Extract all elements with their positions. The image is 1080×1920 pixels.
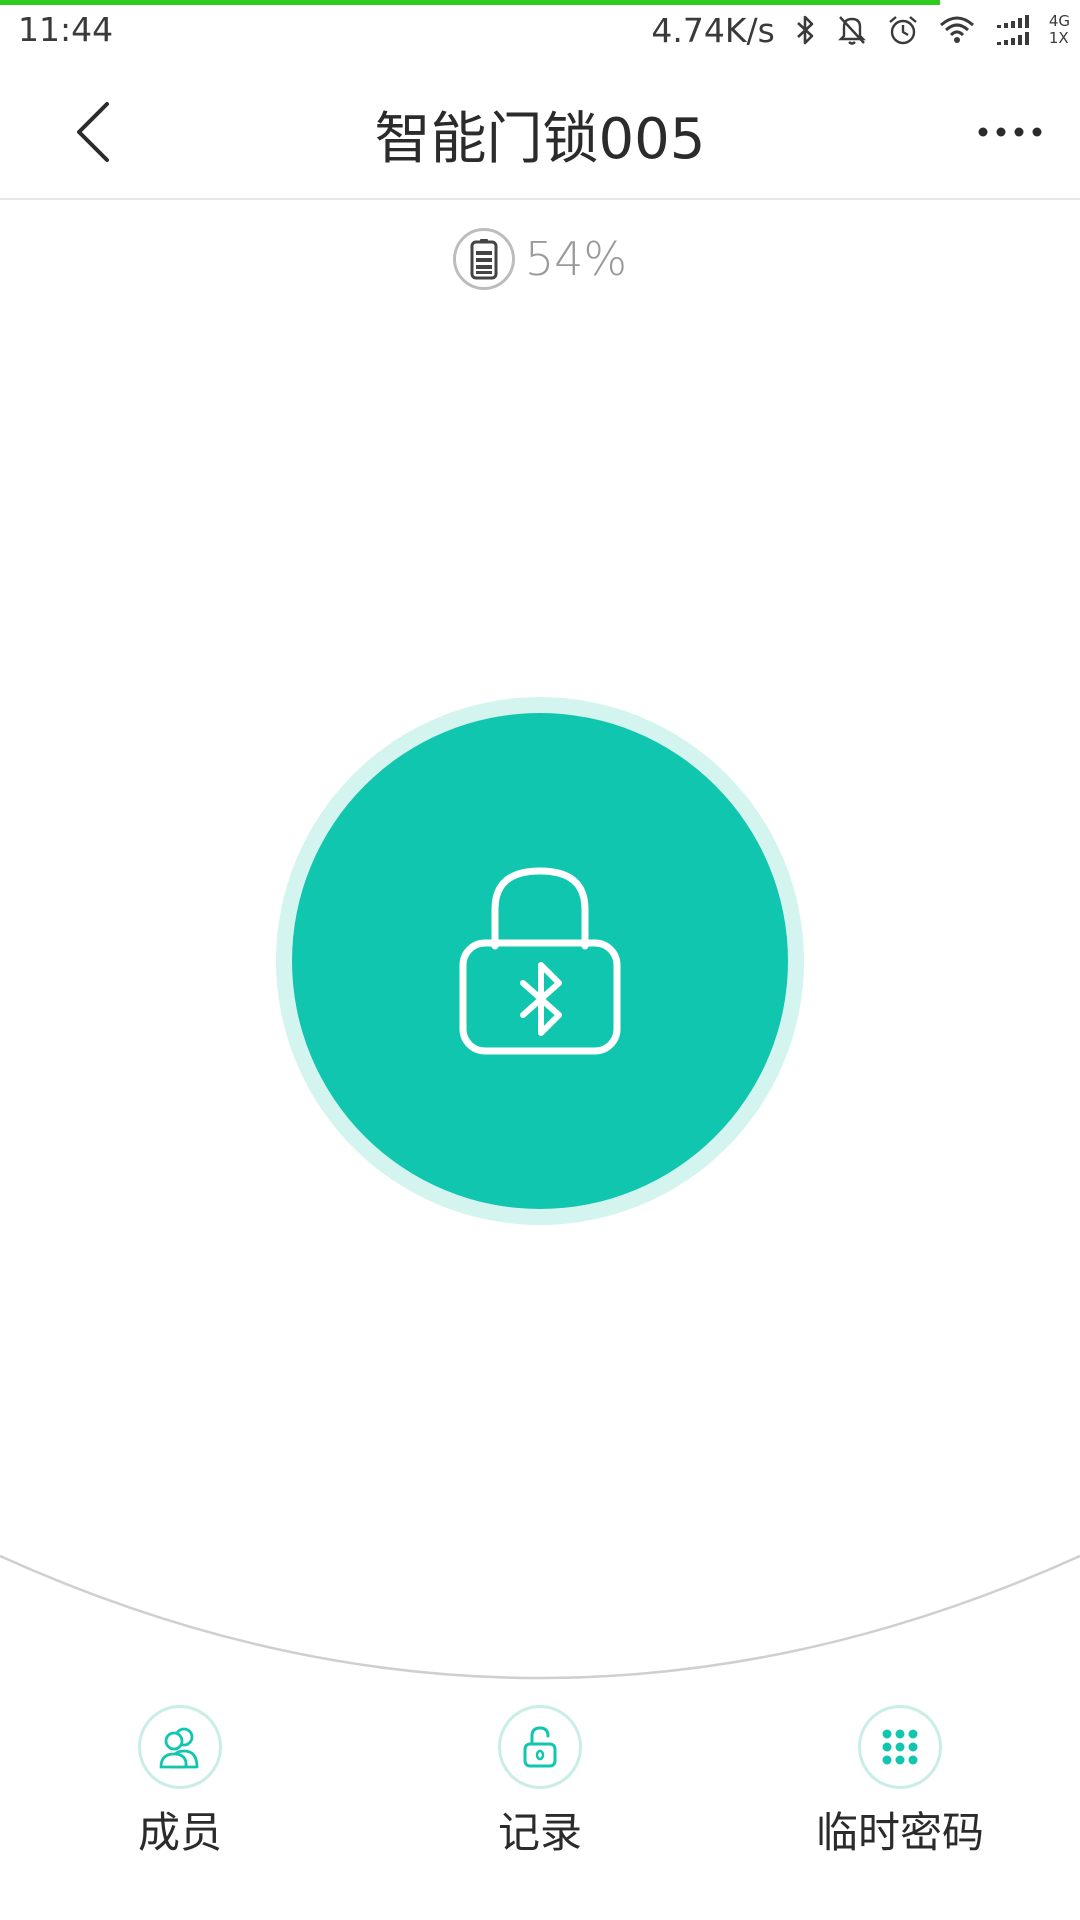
status-time: 11:44	[18, 10, 114, 49]
unlock-button-ring	[276, 697, 804, 1225]
network-type-top: 4G	[1048, 12, 1070, 30]
wifi-icon	[939, 15, 975, 45]
network-type-bottom: 1X	[1048, 29, 1069, 47]
network-speed: 4.74K/s	[651, 10, 775, 50]
nav-temp-password[interactable]: 临时密码	[790, 1705, 1010, 1860]
bluetooth-unlock-button[interactable]	[292, 713, 788, 1209]
page-title: 智能门锁005	[374, 107, 706, 172]
members-icon	[138, 1705, 222, 1789]
status-bar: 11:44 4.74K/s 4G 1X	[0, 0, 1080, 66]
keypad-icon	[858, 1705, 942, 1789]
more-dots-icon	[978, 127, 1042, 137]
more-button[interactable]	[970, 102, 1050, 162]
nav-records-label: 记录	[497, 1808, 582, 1857]
bottom-curve-divider	[0, 1554, 1080, 1680]
network-type: 4G 1X	[1049, 13, 1070, 47]
bottom-nav: 成员 记录 临时密码	[0, 1705, 1080, 1905]
bluetooth-lock-icon	[459, 867, 621, 1055]
status-right-group: 4.74K/s 4G 1X	[651, 8, 1070, 52]
nav-records[interactable]: 记录	[430, 1705, 650, 1860]
bell-off-icon	[837, 14, 867, 46]
battery-icon	[452, 228, 515, 290]
signal-icon	[995, 13, 1035, 47]
nav-temp-password-label: 临时密码	[815, 1808, 984, 1857]
nav-members-label: 成员	[137, 1808, 222, 1857]
unlock-record-icon	[498, 1705, 582, 1789]
battery-percent: 54%	[524, 232, 628, 286]
bluetooth-icon	[795, 14, 817, 46]
battery-indicator: 54%	[0, 228, 1080, 290]
nav-members[interactable]: 成员	[70, 1705, 290, 1860]
alarm-icon	[887, 14, 919, 46]
header-bar: 智能门锁005	[0, 66, 1080, 200]
